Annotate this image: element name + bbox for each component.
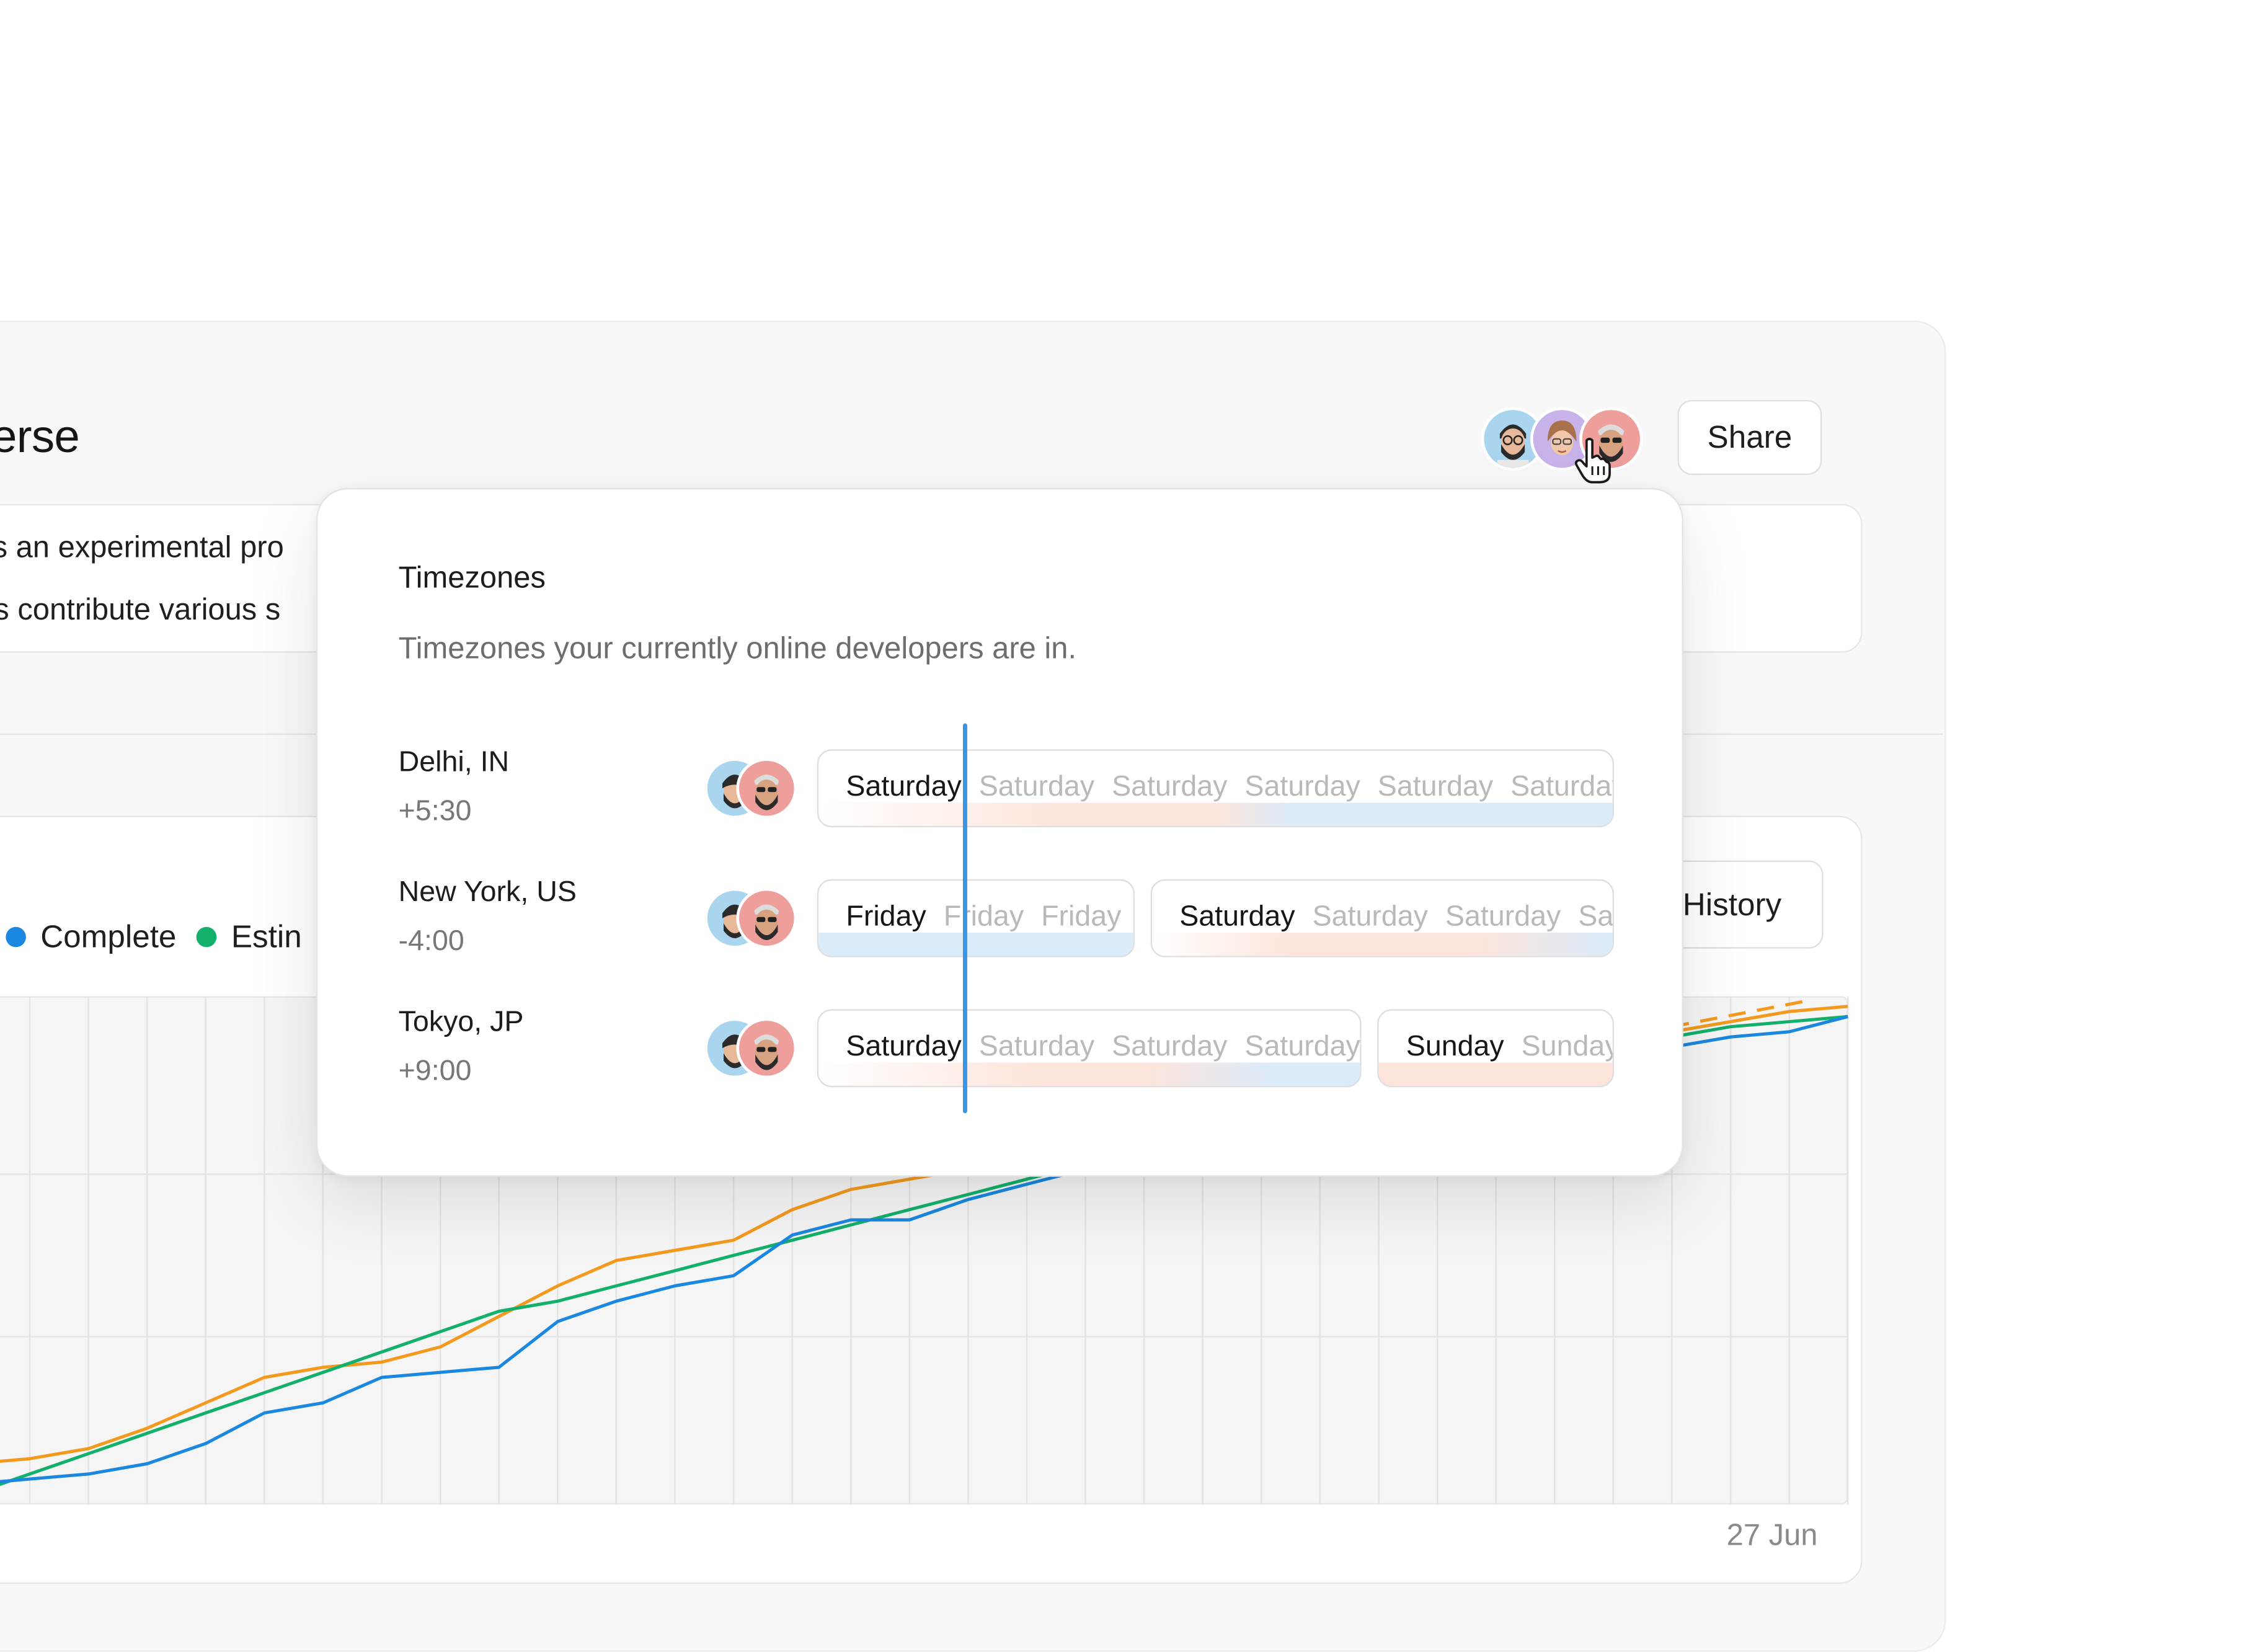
legend-item-estimate[interactable]: Estin: [197, 918, 302, 956]
day-next: Sunday: [1521, 1031, 1615, 1063]
day-current: Friday: [846, 900, 926, 933]
daylight-gradient: [818, 802, 1613, 826]
legend-swatch-estimate: [197, 926, 217, 948]
x-axis-end-label: 27 Jun: [1726, 1519, 1818, 1552]
day-next: Saturday: [1578, 900, 1614, 933]
bearded-sunglasses-avatar-icon: [736, 887, 797, 949]
tz-day-strip-tokyo-sunday[interactable]: Sunday Sunday: [1377, 1009, 1615, 1088]
day-current: Sunday: [1406, 1031, 1504, 1063]
tz-offset-tokyo: +9:00: [398, 1055, 472, 1088]
day-next: Saturday: [1510, 771, 1613, 803]
legend-swatch-complete: [6, 926, 26, 948]
day-labels: Saturday Saturday Saturday Saturday Satu…: [846, 771, 1613, 804]
day-next: Saturday: [978, 1031, 1095, 1063]
day-next: Friday: [943, 900, 1024, 933]
tz-avatars-delhi: [704, 758, 800, 821]
description-line-2: ts contribute various s: [0, 593, 281, 627]
app-stage: erse Share is an experimental pro ts con…: [0, 0, 2252, 1652]
chart-legend: Complete Estin: [6, 918, 302, 956]
tz-city-new-york: New York, US: [398, 876, 577, 908]
day-next: Saturday: [1445, 900, 1561, 933]
day-current: Saturday: [846, 771, 962, 803]
day-next: Saturday: [1377, 771, 1494, 803]
day-next: Friday: [1041, 900, 1122, 933]
day-next: Saturday: [1244, 771, 1360, 803]
day-current: Saturday: [1179, 900, 1295, 933]
day-next: Saturday: [1312, 900, 1428, 933]
day-labels: Saturday Saturday Saturday Saturday: [1179, 900, 1614, 935]
day-next: Saturday: [978, 771, 1095, 803]
tz-day-strip-new-york-friday[interactable]: Friday Friday Friday: [817, 879, 1135, 957]
day-labels: Saturday Saturday Saturday Saturday: [846, 1031, 1360, 1064]
tz-city-delhi: Delhi, IN: [398, 746, 510, 778]
tz-avatars-new-york: [704, 887, 800, 951]
tz-avatars-tokyo: [704, 1018, 800, 1081]
popover-title: Timezones: [398, 561, 546, 595]
daylight-gradient: [818, 1062, 1360, 1086]
tz-day-strip-tokyo-saturday[interactable]: Saturday Saturday Saturday Saturday: [817, 1009, 1362, 1088]
hand-pointer-icon: [1574, 437, 1611, 484]
daylight-gradient: [818, 933, 1133, 956]
day-labels: Friday Friday Friday: [846, 901, 1121, 935]
legend-label-estimate: Estin: [231, 918, 302, 955]
legend-item-complete[interactable]: Complete: [6, 918, 176, 956]
day-next: Saturday: [1244, 1031, 1360, 1063]
tz-offset-new-york: -4:00: [398, 925, 464, 957]
timezones-popover: Timezones Timezones your currently onlin…: [316, 487, 1683, 1177]
daylight-gradient: [1151, 933, 1613, 956]
day-current: Saturday: [846, 1031, 962, 1063]
tz-day-strip-delhi-saturday[interactable]: Saturday Saturday Saturday Saturday Satu…: [817, 749, 1615, 828]
online-developers-avatars[interactable]: [1481, 407, 1649, 474]
project-title: erse: [0, 410, 80, 463]
share-button[interactable]: Share: [1677, 399, 1822, 476]
description-line-1: is an experimental pro: [0, 531, 284, 565]
daylight-gradient: [1378, 1062, 1613, 1086]
tz-offset-delhi: +5:30: [398, 795, 472, 828]
bearded-sunglasses-avatar-icon: [736, 1018, 797, 1079]
day-next: Saturday: [1112, 771, 1228, 803]
legend-label-complete: Complete: [40, 918, 177, 955]
day-next: Saturday: [1112, 1031, 1228, 1063]
tz-day-strip-new-york-saturday[interactable]: Saturday Saturday Saturday Saturday: [1150, 879, 1615, 957]
current-time-indicator[interactable]: [962, 723, 967, 1114]
tz-city-tokyo: Tokyo, JP: [398, 1006, 524, 1039]
bearded-sunglasses-avatar-icon: [736, 758, 797, 819]
day-labels: Sunday Sunday: [1406, 1031, 1615, 1064]
popover-subtitle: Timezones your currently online develope…: [398, 632, 1077, 666]
